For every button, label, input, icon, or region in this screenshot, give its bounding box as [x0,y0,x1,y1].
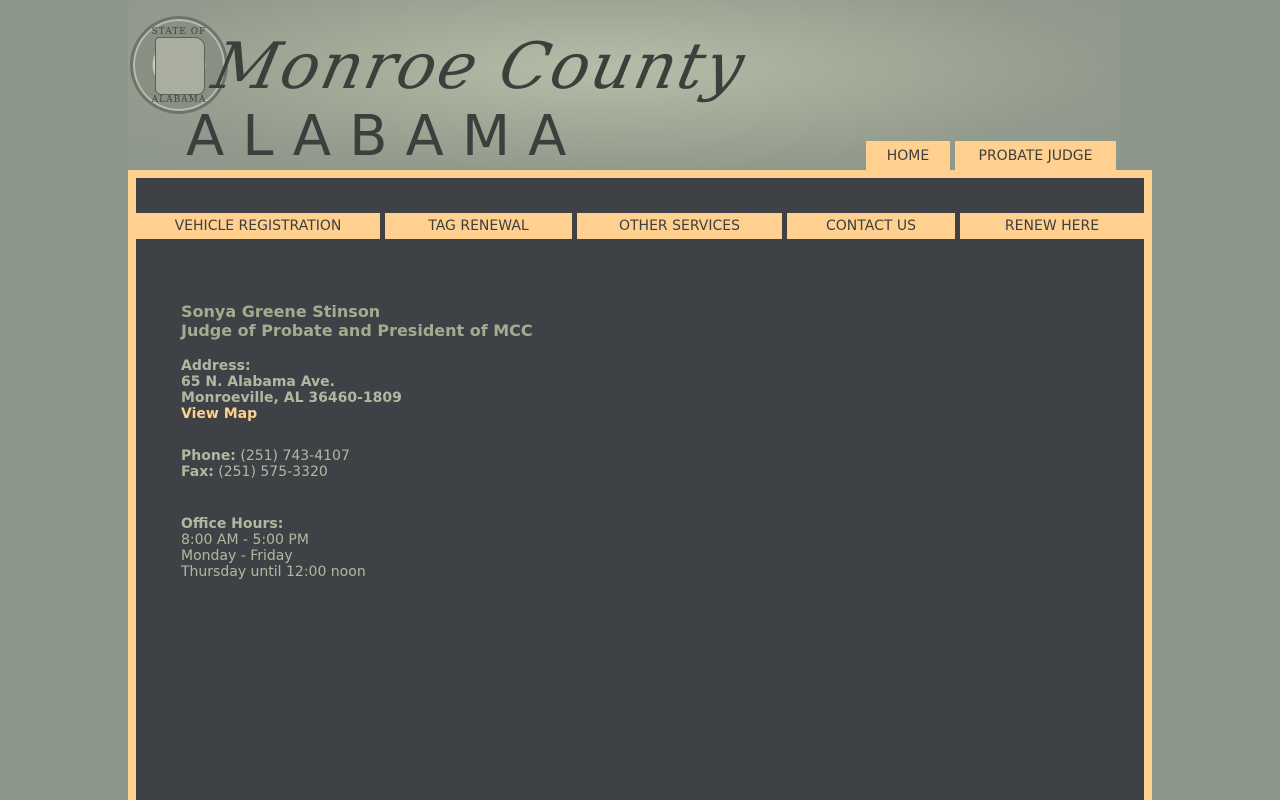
nav-renew-here[interactable]: RENEW HERE [960,213,1144,239]
tab-probate-judge[interactable]: PROBATE JUDGE [955,141,1116,171]
nav-other-services[interactable]: OTHER SERVICES [577,213,782,239]
contact-info: Sonya Greene Stinson Judge of Probate an… [181,302,533,580]
address-label: Address: [181,358,251,374]
office-hours-time: 8:00 AM - 5:00 PM [181,532,309,548]
judge-name: Sonya Greene Stinson [181,302,381,321]
office-hours-thursday: Thursday until 12:00 noon [181,564,366,580]
alabama-map-icon [155,37,205,95]
phone-row: Phone: (251) 743-4107 [181,448,533,464]
office-hours-label: Office Hours: [181,516,284,532]
address-line-1: 65 N. Alabama Ave. [181,374,335,390]
judge-title: Judge of Probate and President of MCC [181,321,533,340]
nav-contact-us[interactable]: CONTACT US [787,213,955,239]
fax-value: (251) 575-3320 [218,464,328,480]
fax-label: Fax: [181,464,214,480]
view-map-link[interactable]: View Map [181,406,257,422]
seal-top-text: STATE OF [151,27,207,37]
phone-value: (251) 743-4107 [240,448,350,464]
nav-tag-renewal[interactable]: TAG RENEWAL [385,213,572,239]
nav-vehicle-registration[interactable]: VEHICLE REGISTRATION [136,213,380,239]
address-line-2: Monroeville, AL 36460-1809 [181,390,402,406]
office-hours-days: Monday - Friday [181,548,293,564]
fax-row: Fax: (251) 575-3320 [181,464,533,480]
tab-home[interactable]: HOME [866,141,950,171]
state-title: ALABAMA [186,104,585,169]
phone-label: Phone: [181,448,236,464]
county-title: Monroe County [206,30,753,104]
